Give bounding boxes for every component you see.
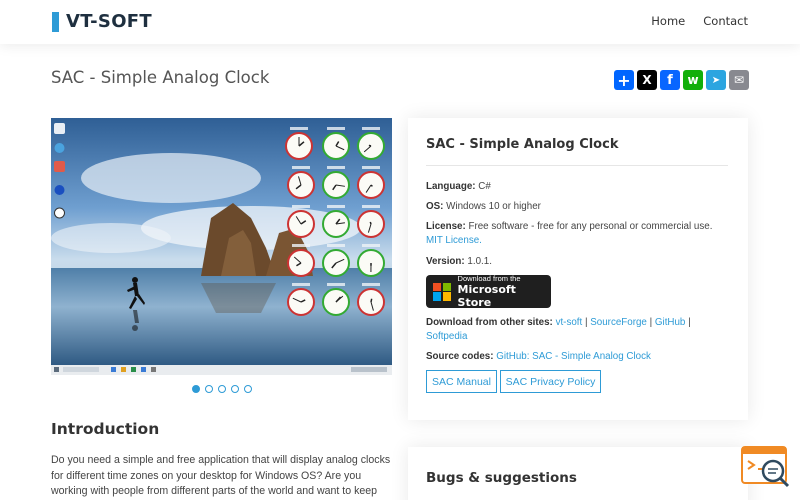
- divider: [426, 165, 728, 166]
- microsoft-store-icon: [433, 282, 451, 301]
- os-label: OS:: [426, 201, 444, 212]
- privacy-policy-button[interactable]: SAC Privacy Policy: [500, 370, 601, 393]
- email-icon[interactable]: ✉: [729, 70, 749, 90]
- source-row: Source codes: GitHub: SAC - Simple Analo…: [426, 350, 731, 364]
- x-icon[interactable]: X: [637, 70, 657, 90]
- carousel-dot[interactable]: [218, 385, 226, 393]
- os-value: Windows 10 or higher: [446, 201, 541, 212]
- license-row: License: Free software - free for any pe…: [426, 220, 731, 248]
- mit-license-link[interactable]: MIT License.: [426, 235, 482, 246]
- bugs-heading: Bugs & suggestions: [426, 470, 577, 486]
- download-link-github[interactable]: GitHub: [655, 317, 686, 328]
- whatsapp-icon[interactable]: w: [683, 70, 703, 90]
- manual-button[interactable]: SAC Manual: [426, 370, 497, 393]
- telegram-icon[interactable]: ➤: [706, 70, 726, 90]
- site-logo[interactable]: VT-SOFT: [52, 11, 152, 32]
- introduction-text: Do you need a simple and free applicatio…: [51, 454, 391, 497]
- desktop-screenshot: [51, 118, 392, 375]
- logo-bar: [52, 11, 59, 32]
- version-value: 1.0.1.: [467, 256, 492, 267]
- source-label: Source codes:: [426, 351, 494, 362]
- facebook-icon[interactable]: f: [660, 70, 680, 90]
- share-buttons: + X f w ➤ ✉: [614, 70, 749, 90]
- os-row: OS: Windows 10 or higher: [426, 200, 731, 214]
- language-row: Language: C#: [426, 180, 731, 194]
- site-header: VT-SOFT Home Contact: [0, 0, 800, 44]
- carousel-dots: [192, 385, 252, 393]
- version-label: Version:: [426, 256, 465, 267]
- main-nav: Home Contact: [651, 14, 748, 28]
- microsoft-store-badge[interactable]: Download from the Microsoft Store: [426, 274, 551, 309]
- download-row: Download from other sites: vt-soft | Sou…: [426, 317, 691, 342]
- source-github-link[interactable]: GitHub: SAC - Simple Analog Clock: [496, 351, 651, 362]
- bugs-card: Bugs & suggestions: [408, 447, 748, 500]
- carousel-dot[interactable]: [205, 385, 213, 393]
- download-link-vtsoft[interactable]: vt-soft: [556, 317, 583, 328]
- language-label: Language:: [426, 181, 476, 192]
- download-label: Download from other sites:: [426, 317, 553, 328]
- license-label: License:: [426, 221, 466, 232]
- carousel-dot[interactable]: [192, 385, 200, 393]
- share-icon[interactable]: +: [614, 70, 634, 90]
- app-info-title: SAC - Simple Analog Clock: [426, 137, 619, 152]
- store-small-text: Download from the: [457, 274, 521, 283]
- version-row: Version: 1.0.1.: [426, 255, 731, 269]
- app-info-card: SAC - Simple Analog Clock Language: C# O…: [408, 118, 748, 420]
- nav-home-link[interactable]: Home: [651, 14, 685, 28]
- introduction-heading: Introduction: [51, 420, 160, 438]
- carousel-dot[interactable]: [231, 385, 239, 393]
- page-title: SAC - Simple Analog Clock: [51, 68, 270, 87]
- language-value: C#: [478, 181, 491, 192]
- download-link-sourceforge[interactable]: SourceForge: [590, 317, 647, 328]
- feedback-widget-icon[interactable]: [740, 445, 792, 491]
- download-link-softpedia[interactable]: Softpedia: [426, 331, 467, 342]
- logo-text: VT-SOFT: [66, 11, 152, 32]
- carousel-dot[interactable]: [244, 385, 252, 393]
- carousel-image[interactable]: [51, 118, 392, 375]
- license-value: Free software - free for any personal or…: [468, 221, 713, 232]
- store-big-text: Microsoft Store: [457, 283, 516, 309]
- nav-contact-link[interactable]: Contact: [703, 14, 748, 28]
